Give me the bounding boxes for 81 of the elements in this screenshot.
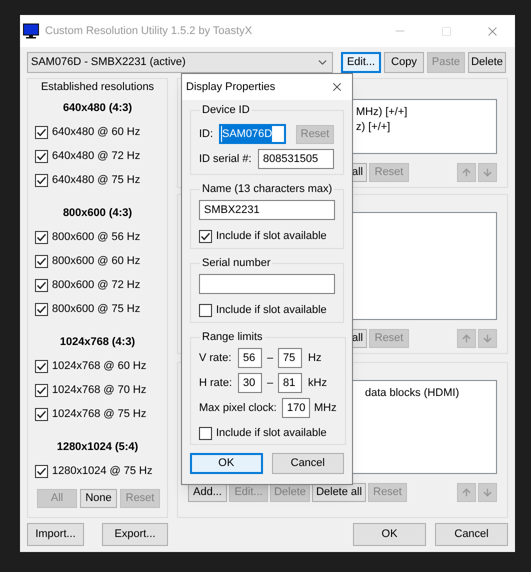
section-heading: 1280x1024 (5:4) [56, 440, 138, 455]
list-item[interactable]: MHz) [+/+] [356, 105, 496, 120]
checkbox[interactable] [35, 408, 48, 420]
checkbox-label[interactable]: 640x480 @ 72 Hz [52, 148, 140, 164]
checkbox[interactable] [35, 384, 48, 396]
toolbar-button[interactable]: Copy [384, 52, 424, 73]
checkbox[interactable] [35, 254, 48, 268]
field-label: Max pixel clock: [199, 400, 278, 416]
toolbar-button[interactable]: Edit... [341, 52, 381, 73]
arrow-up-icon [461, 167, 472, 178]
unit-label: MHz [314, 400, 337, 416]
monitor-icon [23, 23, 39, 39]
list-item[interactable]: data blocks (HDMI) [365, 386, 496, 401]
checkbox-label[interactable]: 800x600 @ 56 Hz [52, 228, 140, 246]
list-button[interactable]: Delete all [312, 483, 366, 502]
dialog-button[interactable]: Cancel [272, 453, 344, 474]
field-label: ID: [199, 126, 214, 142]
field-label: ID serial #: [199, 152, 253, 167]
checkbox-label[interactable]: Include if slot available [216, 302, 327, 318]
checkbox-label[interactable]: 800x600 @ 72 Hz [52, 276, 140, 294]
input-field[interactable] [199, 274, 335, 294]
arrow-down-icon [482, 487, 493, 498]
range-dash: – [266, 350, 274, 366]
group-title: Serial number [201, 256, 272, 270]
field-label: V rate: [199, 350, 232, 366]
checkbox-label[interactable]: 640x480 @ 75 Hz [52, 172, 140, 188]
checkbox[interactable] [35, 126, 48, 138]
checkbox[interactable] [35, 150, 48, 162]
checkbox-label[interactable]: 640x480 @ 60 Hz [52, 124, 140, 140]
input-field[interactable]: 75 [278, 348, 302, 368]
select-button[interactable]: None [80, 489, 117, 508]
checkbox-label[interactable]: 1024x768 @ 60 Hz [52, 358, 146, 374]
unit-label: kHz [308, 376, 327, 391]
section-heading: 640x480 (4:3) [62, 100, 132, 116]
checkbox[interactable] [35, 278, 48, 292]
checkbox-label[interactable]: Include if slot available [216, 228, 327, 244]
id-field[interactable]: SAM076D [219, 124, 286, 144]
section-heading: 1024x768 (4:3) [60, 334, 136, 350]
checkbox[interactable] [35, 174, 48, 186]
checkbox-label[interactable]: 1024x768 @ 70 Hz [52, 382, 146, 398]
dialog-title: Display Properties [186, 80, 276, 95]
checkbox-label[interactable]: 1024x768 @ 75 Hz [52, 406, 146, 422]
arrow-up-icon [461, 333, 472, 344]
arrow-up-icon [461, 487, 472, 498]
toolbar-button[interactable]: Delete [468, 52, 506, 73]
checkbox[interactable] [35, 230, 48, 244]
arrow-down-icon [482, 167, 493, 178]
group-title: Device ID [201, 103, 251, 117]
checkbox[interactable] [35, 464, 48, 478]
footer-button[interactable]: OK [353, 523, 426, 546]
window-title: Custom Resolution Utility 1.5.2 by ToastyX [45, 24, 252, 39]
display-dropdown[interactable]: SAM076D - SMBX2231 (active) [27, 52, 333, 73]
arrow-down-icon [482, 333, 493, 344]
range-dash: – [266, 376, 274, 391]
input-field[interactable]: 808531505 [258, 149, 334, 169]
checkbox-label[interactable]: Include if slot available [216, 424, 327, 442]
group-title: Established resolutions [40, 80, 156, 95]
unit-label: Hz [308, 350, 322, 366]
input-field[interactable]: 170 [282, 398, 310, 418]
group-title: Range limits [201, 330, 264, 344]
footer-button[interactable]: Cancel [435, 523, 508, 546]
checkbox[interactable] [199, 230, 212, 242]
group-title: Name (13 characters max) [201, 182, 334, 196]
checkbox[interactable] [35, 360, 48, 372]
input-field[interactable]: 56 [238, 348, 262, 368]
list-item[interactable]: z) [+/+] [356, 120, 496, 135]
input-field[interactable]: SMBX2231 [199, 200, 335, 220]
checkbox-label[interactable]: 800x600 @ 60 Hz [52, 252, 140, 270]
checkbox[interactable] [199, 426, 212, 440]
input-field[interactable]: 81 [278, 373, 302, 393]
checkbox[interactable] [199, 304, 212, 316]
checkbox-label[interactable]: 1280x1024 @ 75 Hz [52, 462, 152, 480]
selected-text: SAM076D [222, 126, 272, 142]
field-label: H rate: [199, 376, 234, 391]
dialog-button[interactable]: OK [190, 453, 262, 474]
footer-button[interactable]: Export... [102, 523, 168, 546]
section-heading: 800x600 (4:3) [62, 206, 132, 221]
checkbox-label[interactable]: 800x600 @ 75 Hz [52, 300, 140, 318]
checkbox[interactable] [35, 302, 48, 316]
input-field[interactable]: 30 [238, 373, 262, 393]
footer-button[interactable]: Import... [27, 523, 84, 546]
